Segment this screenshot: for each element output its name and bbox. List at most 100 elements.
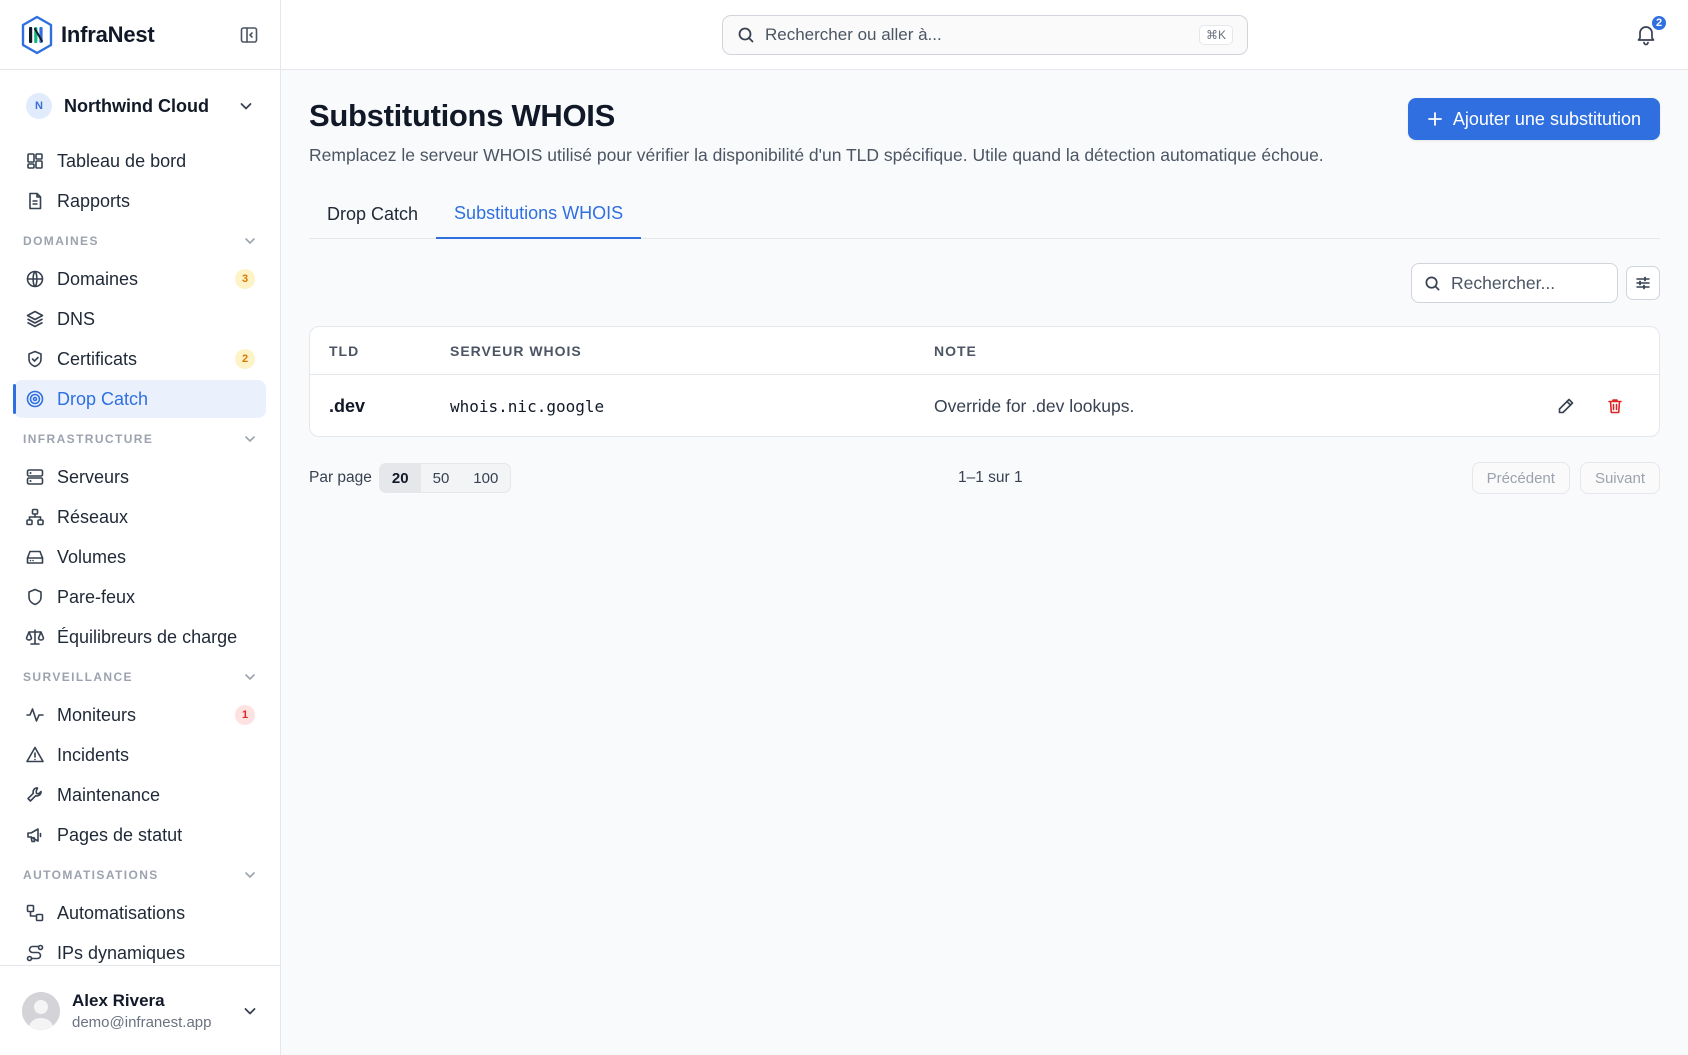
org-name: Northwind Cloud [64,95,209,116]
avatar [22,991,60,1030]
table-search-input[interactable]: Rechercher... [1411,263,1618,303]
table-row: .dev whois.nic.google Override for .dev … [310,375,1659,436]
cell-server: whois.nic.google [450,396,605,416]
per-page-option-20[interactable]: 20 [379,464,421,492]
chevron-down-icon [240,103,252,110]
chevron-down-icon [245,436,255,443]
globe-icon [25,269,45,289]
search-placeholder: Rechercher ou aller à... [765,25,942,44]
infranest-logo-icon [21,15,53,54]
megaphone-icon [25,825,45,845]
column-header-tld[interactable]: TLD [310,343,450,359]
sidebar-item-pages-de-statut[interactable]: Pages de statut [14,816,266,854]
column-header-note[interactable]: NOTE [934,343,1659,359]
global-search-input[interactable]: Rechercher ou aller à... ⌘K [722,15,1248,55]
count-badge: 3 [235,269,255,289]
hard-drive-icon [25,547,45,567]
sidebar-item-label: Maintenance [57,784,161,805]
sidebar-item-pare-feux[interactable]: Pare-feux [14,578,266,616]
section-infrastructure[interactable]: INFRASTRUCTURE [14,420,266,458]
cell-tld: .dev [329,395,366,416]
column-header-serveur-whois[interactable]: SERVEUR WHOIS [450,343,934,359]
section-title: AUTOMATISATIONS [23,868,159,882]
pagination-range: 1–1 sur 1 [958,469,1023,486]
per-page-label: Par page [309,469,372,486]
user-menu[interactable]: Alex Rivera demo@infranest.app [0,965,280,1055]
shield-check-icon [25,349,45,369]
section-title: SURVEILLANCE [23,670,133,684]
sidebar-nav: Tableau de bord Rapports DOMAINES Domain… [0,142,280,972]
activity-icon [25,705,45,725]
route-icon [25,943,45,963]
scale-icon [25,627,45,647]
pencil-icon [1558,398,1574,414]
page-description: Remplacez le serveur WHOIS utilisé pour … [309,145,1324,165]
section-automatisations[interactable]: AUTOMATISATIONS [14,856,266,894]
sidebar-item-label: Pare-feux [57,586,136,607]
tabs: Drop Catch Substitutions WHOIS [309,190,1660,239]
sidebar-item-label: Moniteurs [57,704,137,725]
sidebar-item-label: Rapports [57,190,131,211]
tab-drop-catch[interactable]: Drop Catch [309,190,436,239]
sidebar-item-label: IPs dynamiques [57,942,186,963]
next-page-button[interactable]: Suivant [1579,462,1660,494]
sidebar-item-drop-catch[interactable]: Drop Catch [13,380,266,418]
sidebar-item-automatisations[interactable]: Automatisations [14,894,266,932]
per-page-option-50[interactable]: 50 [421,464,462,492]
sidebar-item-domaines[interactable]: Domaines 3 [14,260,266,298]
delete-button[interactable] [1601,392,1629,420]
section-surveillance[interactable]: SURVEILLANCE [14,658,266,696]
cell-note: Override for .dev lookups. [934,395,1135,416]
add-substitution-button[interactable]: Ajouter une substitution [1407,98,1660,140]
sidebar-item-label: Serveurs [57,466,130,487]
sidebar: InfraNest N Northwind Cloud Tableau de b… [0,0,281,1055]
sidebar-item-maintenance[interactable]: Maintenance [14,776,266,814]
wrench-icon [25,785,45,805]
chevron-down-icon [245,872,255,879]
section-domaines[interactable]: DOMAINES [14,222,266,260]
sidebar-item-label: Pages de statut [57,824,183,845]
plus-icon [1427,112,1442,126]
sidebar-item-incidents[interactable]: Incidents [14,736,266,774]
edit-button[interactable] [1552,392,1580,420]
sidebar-item-dns[interactable]: DNS [14,300,266,338]
notifications-button[interactable]: 2 [1634,14,1668,46]
network-icon [25,507,45,527]
sidebar-item-label: Réseaux [57,506,129,527]
table-header: TLD SERVEUR WHOIS NOTE [310,327,1659,375]
user-name: Alex Rivera [72,990,165,1010]
per-page-selector: 20 50 100 [378,463,512,493]
brand: InfraNest [0,0,280,70]
count-badge: 1 [235,705,255,725]
sidebar-item-reseaux[interactable]: Réseaux [14,498,266,536]
sidebar-item-moniteurs[interactable]: Moniteurs 1 [14,696,266,734]
topbar: Rechercher ou aller à... ⌘K 2 [281,0,1688,70]
per-page-option-100[interactable]: 100 [461,464,510,492]
sidebar-item-certificats[interactable]: Certificats 2 [14,340,266,378]
workflow-icon [25,903,45,923]
chevron-down-icon [245,674,255,681]
pagination: Par page 20 50 100 1–1 sur 1 Précédent S… [309,462,1660,494]
org-switcher[interactable]: N Northwind Cloud [0,70,280,142]
layers-icon [25,309,45,329]
brand-name: InfraNest [61,21,155,47]
sidebar-item-volumes[interactable]: Volumes [14,538,266,576]
sidebar-item-label: Incidents [57,744,130,765]
sidebar-item-serveurs[interactable]: Serveurs [14,458,266,496]
panel-left-icon [240,26,258,43]
filter-settings-button[interactable] [1626,266,1660,300]
previous-page-button[interactable]: Précédent [1471,462,1570,494]
target-icon [25,389,45,409]
search-icon [738,27,754,43]
trash-icon [1608,399,1622,414]
sidebar-item-rapports[interactable]: Rapports [14,182,266,220]
collapse-sidebar-button[interactable] [238,24,260,46]
section-title: INFRASTRUCTURE [23,432,154,446]
table-search-placeholder: Rechercher... [1451,272,1556,293]
chevron-down-icon [244,1007,256,1014]
chevron-down-icon [245,238,255,245]
sidebar-item-tableau-de-bord[interactable]: Tableau de bord [14,142,266,180]
sidebar-item-equilibreurs-de-charge[interactable]: Équilibreurs de charge [14,618,266,656]
sidebar-item-label: Volumes [57,546,127,567]
tab-substitutions-whois[interactable]: Substitutions WHOIS [436,190,642,239]
